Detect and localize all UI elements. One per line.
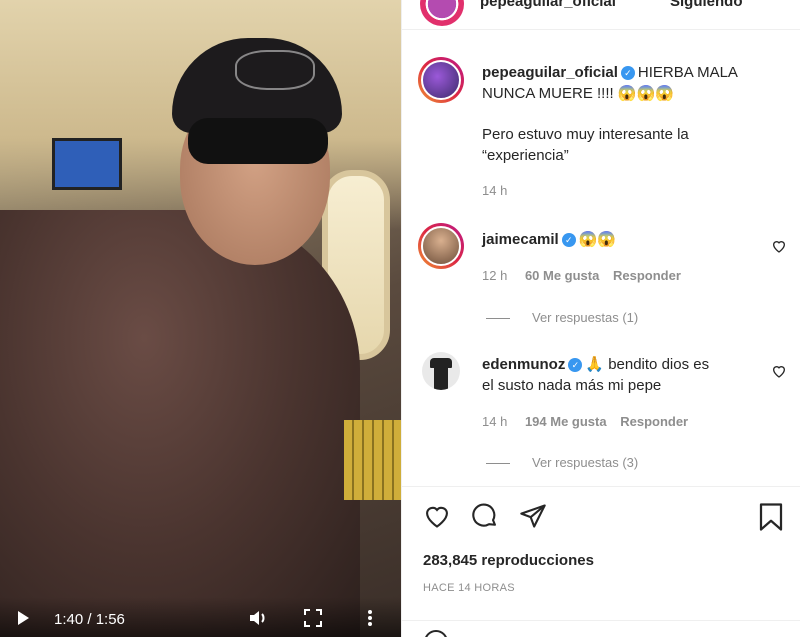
comment-1-likes[interactable]: 60 Me gusta: [525, 268, 599, 283]
comment-2-text: edenmunoz ✓ 🙏 bendito dios es: [482, 354, 709, 375]
comment-1-heart-icon[interactable]: [771, 238, 787, 254]
post-panel: pepeaguilar_oficial Siguiendo pepeaguila…: [401, 0, 800, 637]
header-avatar[interactable]: [420, 0, 464, 26]
comment-avatar-edenmunoz[interactable]: [422, 352, 460, 390]
comment-2-body-2: el susto nada más mi pepe: [482, 377, 662, 394]
comment-1-time: 12 h: [482, 268, 508, 283]
video-controls: 1:40 / 1:56: [0, 597, 401, 637]
emoji-icon[interactable]: [424, 630, 448, 637]
comment-icon[interactable]: [470, 502, 500, 530]
comment-2-reply[interactable]: Responder: [620, 414, 688, 429]
keyboard: [344, 420, 401, 500]
comment-avatar-image: [421, 226, 461, 266]
fullscreen-icon[interactable]: [304, 609, 322, 627]
cabin-monitor: [52, 138, 122, 190]
comment-1-view-replies[interactable]: Ver respuestas (1): [486, 310, 638, 325]
caption-username[interactable]: pepeaguilar_oficial: [482, 64, 618, 81]
comment-2-body-1: 🙏 bendito dios es: [585, 356, 710, 373]
post-header: pepeaguilar_oficial Siguiendo: [402, 0, 800, 30]
replies-line: [486, 318, 510, 320]
video-player[interactable]: 1:40 / 1:56: [0, 0, 401, 637]
comment-1-username[interactable]: jaimecamil: [482, 231, 559, 248]
comment-2-time: 14 h: [482, 414, 508, 429]
comment-2-meta: 14 h 194 Me gusta Responder: [482, 414, 688, 429]
person-shirt: [0, 210, 360, 637]
caption-line-2: NUNCA MUERE !!!! 😱😱😱: [482, 85, 674, 102]
caption-line-4: “experiencia”: [482, 147, 569, 164]
comment-2-heart-icon[interactable]: [771, 363, 787, 379]
bookmark-icon[interactable]: [758, 502, 784, 532]
replies-line: [486, 463, 510, 465]
cap-logo: [235, 50, 315, 90]
caption-line-3: Pero estuvo muy interesante la: [482, 126, 689, 143]
divider: [402, 486, 800, 487]
post-age: HACE 14 HORAS: [423, 582, 515, 594]
play-icon[interactable]: [18, 611, 29, 625]
comment-2-likes[interactable]: 194 Me gusta: [525, 414, 607, 429]
follow-status[interactable]: Siguiendo: [670, 0, 743, 10]
more-options-icon[interactable]: [367, 609, 373, 627]
caption-line-1: pepeaguilar_oficial ✓ HIERBA MALA: [482, 62, 782, 83]
comment-2-username[interactable]: edenmunoz: [482, 356, 565, 373]
comment-avatar-jaimecamil[interactable]: [418, 223, 464, 269]
heart-icon[interactable]: [422, 502, 452, 530]
verified-badge-icon: ✓: [561, 233, 576, 248]
caption-avatar-image: [421, 60, 461, 100]
divider: [402, 620, 800, 621]
caption-time: 14 h: [482, 183, 508, 198]
comment-1-view-replies-label: Ver respuestas (1): [532, 310, 639, 325]
paper-plane-icon[interactable]: [518, 502, 548, 530]
caption-avatar[interactable]: [418, 57, 464, 103]
comment-1-text: jaimecamil ✓ 😱😱: [482, 229, 616, 250]
comment-1-reply[interactable]: Responder: [613, 268, 681, 283]
verified-badge-icon: ✓: [568, 358, 583, 373]
view-count[interactable]: 283,845 reproducciones: [423, 552, 594, 569]
verified-badge-icon: ✓: [620, 66, 635, 81]
avatar-hat: [430, 358, 452, 368]
comment-1-body: 😱😱: [578, 231, 617, 248]
video-time: 1:40 / 1:56: [54, 611, 125, 628]
header-username[interactable]: pepeaguilar_oficial: [480, 0, 616, 10]
sunglasses: [188, 118, 328, 164]
comment-2-view-replies[interactable]: Ver respuestas (3): [486, 455, 638, 470]
volume-icon[interactable]: [248, 609, 268, 627]
avatar-figure: [434, 368, 448, 390]
comment-1-meta: 12 h 60 Me gusta Responder: [482, 268, 681, 283]
caption-text-1: HIERBA MALA: [637, 64, 738, 81]
comment-2-view-replies-label: Ver respuestas (3): [532, 455, 639, 470]
